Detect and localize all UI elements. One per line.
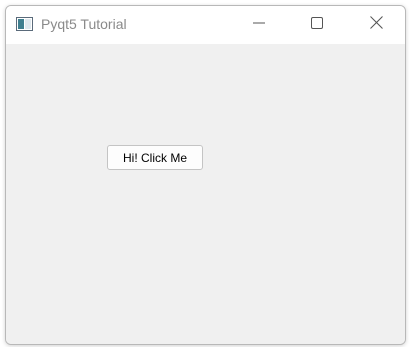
window-title: Pyqt5 Tutorial [41, 16, 127, 32]
minimize-icon [253, 16, 265, 34]
close-button[interactable] [353, 6, 399, 44]
app-window: Pyqt5 Tutorial Hi! Click Me [5, 5, 406, 345]
title-bar[interactable]: Pyqt5 Tutorial [6, 6, 405, 44]
qt-window-icon [16, 17, 33, 31]
hi-click-me-button[interactable]: Hi! Click Me [107, 145, 203, 170]
minimize-button[interactable] [236, 6, 282, 44]
maximize-button[interactable] [294, 6, 340, 44]
client-area: Hi! Click Me [6, 44, 405, 344]
maximize-icon [311, 16, 323, 34]
close-icon [369, 16, 383, 34]
